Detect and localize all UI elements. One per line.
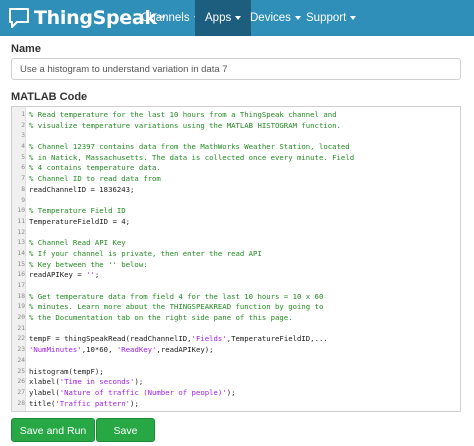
code-area[interactable]: 1 % Read temperature for the last 10 hour… — [12, 110, 460, 409]
line-number: 11 — [17, 217, 25, 225]
code-line: 18 % Get temperature data from field 4 fo… — [12, 292, 460, 303]
code-text: % minutes. Learn more about the THINGSPE… — [29, 302, 324, 312]
line-number: 4 — [21, 143, 25, 151]
line-number: 28 — [17, 399, 25, 407]
line-number: 18 — [17, 292, 25, 300]
code-text: % 4 contains temperature data. — [29, 163, 161, 173]
code-line: 24 — [12, 356, 460, 367]
name-input[interactable] — [11, 58, 461, 80]
code-line: 28 title('Traffic pattern'); — [12, 399, 460, 410]
line-number: 6 — [21, 164, 25, 172]
code-line: 22 tempF = thingSpeakRead(readChannelID,'… — [12, 334, 460, 345]
line-number: 12 — [17, 228, 25, 236]
save-button[interactable]: Save — [96, 418, 155, 442]
code-line: 1 % Read temperature for the last 10 hour… — [12, 110, 460, 121]
line-number: 14 — [17, 249, 25, 257]
line-number: 19 — [17, 303, 25, 311]
save-and-run-button[interactable]: Save and Run — [11, 418, 95, 442]
line-number: 8 — [21, 185, 25, 193]
code-line: 3 — [12, 131, 460, 142]
caret-down-icon — [350, 15, 357, 20]
nav-menu-label: Support — [306, 12, 347, 24]
line-number: 7 — [21, 175, 25, 183]
nav-menu-label: Channels — [141, 12, 190, 24]
code-text: % the Documentation tab on the right sid… — [29, 313, 293, 323]
line-number: 26 — [17, 378, 25, 386]
top-navbar: ThingSpeak ™ Channels Apps Devices Suppo… — [0, 0, 474, 36]
line-number: 13 — [17, 239, 25, 247]
code-text: % in Natick, Massachusetts. The data is … — [29, 152, 355, 162]
line-number: 1 — [21, 111, 25, 118]
code-line: 7 % Channel ID to read data from — [12, 174, 460, 185]
code-line: 27 ylabel('Nature of traffic (Number of p… — [12, 388, 460, 399]
code-line: 23 'NumMinutes',10*60, 'ReadKey',readAPIK… — [12, 345, 460, 356]
line-number: 27 — [17, 388, 25, 396]
code-text: readAPIKey = ''; — [29, 270, 100, 280]
code-line: 2 % visualize temperature variations usin… — [12, 121, 460, 132]
code-text: % Get temperature data from field 4 for … — [29, 291, 324, 301]
line-number: 20 — [17, 314, 25, 322]
code-line: 15 % Key between the '' below: — [12, 260, 460, 271]
line-number: 10 — [17, 207, 25, 215]
code-line: 5 % in Natick, Massachusetts. The data is… — [12, 153, 460, 164]
code-line: 19 % minutes. Learn more about the THINGS… — [12, 302, 460, 313]
code-text: xlabel('Time in seconds'); — [29, 377, 144, 387]
code-line: 9 — [12, 196, 460, 207]
line-number: 17 — [17, 282, 25, 289]
code-text: % Channel 12397 contains data from the M… — [29, 142, 350, 152]
line-number: 24 — [17, 356, 25, 364]
line-number: 23 — [17, 346, 25, 354]
line-number: 21 — [17, 324, 25, 332]
nav-menu-support[interactable]: Support — [296, 0, 366, 36]
line-number: 9 — [21, 196, 25, 204]
line-number: 16 — [17, 271, 25, 279]
line-number: 5 — [21, 153, 25, 161]
code-line: 14 % If your channel is private, then ent… — [12, 249, 460, 260]
code-line: 16 readAPIKey = ''; — [12, 270, 460, 281]
matlab-code-editor[interactable]: 1 % Read temperature for the last 10 hour… — [11, 106, 461, 412]
nav-menu-label: Apps — [205, 12, 232, 24]
code-line: 4 % Channel 12397 contains data from the … — [12, 142, 460, 153]
code-text: % Temperature Field ID — [29, 206, 126, 216]
code-text: histogram(tempF); — [29, 366, 104, 376]
code-text: % Channel Read API Key — [29, 238, 126, 248]
code-line: 8 readChannelID = 1836243; — [12, 185, 460, 196]
code-text: title('Traffic pattern'); — [29, 398, 139, 408]
code-line: 17 — [12, 281, 460, 292]
code-line: 12 — [12, 228, 460, 239]
line-number: 3 — [21, 132, 25, 140]
code-text: % Channel ID to read data from — [29, 174, 161, 184]
code-text: % Read temperature for the last 10 hours… — [29, 110, 337, 119]
code-line: 13 % Channel Read API Key — [12, 238, 460, 249]
code-line: 6 % 4 contains temperature data. — [12, 163, 460, 174]
line-number: 22 — [17, 335, 25, 343]
code-text: % Key between the '' below: — [29, 259, 148, 269]
code-text: % If your channel is private, then enter… — [29, 248, 262, 258]
name-label: Name — [11, 43, 41, 55]
chat-bubble-icon — [9, 8, 29, 28]
nav-menu-label: Devices — [250, 12, 291, 24]
code-text: tempF = thingSpeakRead(readChannelID,'Fi… — [29, 334, 328, 344]
code-line: 25 histogram(tempF); — [12, 367, 460, 378]
code-text: % visualize temperature variations using… — [29, 120, 341, 130]
code-line: 26 xlabel('Time in seconds'); — [12, 377, 460, 388]
code-line: 11 TemperatureFieldID = 4; — [12, 217, 460, 228]
code-line: 20 % the Documentation tab on the right s… — [12, 313, 460, 324]
line-number: 2 — [21, 121, 25, 129]
code-text: readChannelID = 1836243; — [29, 184, 135, 194]
code-line: 21 — [12, 324, 460, 335]
line-number: 15 — [17, 260, 25, 268]
matlab-code-label: MATLAB Code — [11, 91, 88, 103]
line-number: 25 — [17, 367, 25, 375]
code-text: TemperatureFieldID = 4; — [29, 216, 131, 226]
code-text: 'NumMinutes',10*60, 'ReadKey',readAPIKey… — [29, 345, 214, 355]
code-line: 10 % Temperature Field ID — [12, 206, 460, 217]
code-text: ylabel('Nature of traffic (Number of peo… — [29, 387, 236, 397]
